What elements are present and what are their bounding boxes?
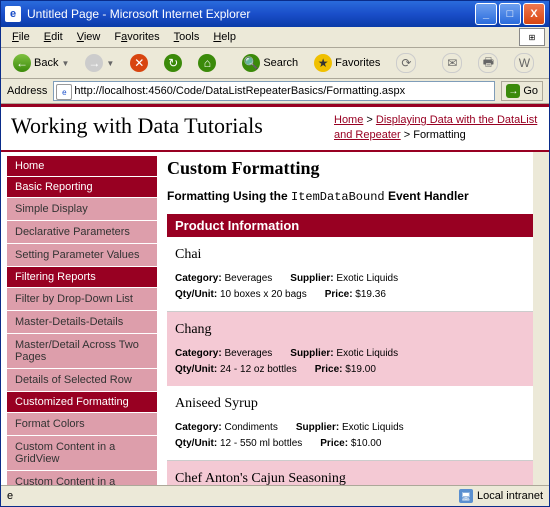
ms-flag-icon: ⊞ xyxy=(519,28,545,46)
product-item: Chef Anton's Cajun SeasoningCategory: Co… xyxy=(167,461,539,485)
forward-button[interactable]: → ▼ xyxy=(79,50,120,76)
maximize-button[interactable]: □ xyxy=(499,3,521,25)
close-button[interactable]: X xyxy=(523,3,545,25)
edit-icon: W xyxy=(514,53,534,73)
forward-icon: → xyxy=(85,54,103,72)
content-subheading: Formatting Using the ItemDataBound Event… xyxy=(167,189,539,204)
refresh-icon: ↻ xyxy=(164,54,182,72)
product-details: Category: BeveragesSupplier: Exotic Liqu… xyxy=(175,271,531,287)
star-icon: ★ xyxy=(314,54,332,72)
breadcrumb-current: Formatting xyxy=(413,129,466,141)
home-button[interactable]: ⌂ xyxy=(192,50,222,76)
chevron-down-icon: ▼ xyxy=(106,59,114,68)
zone-label: Local intranet xyxy=(477,490,543,502)
history-button[interactable]: ⟳ xyxy=(390,49,422,77)
back-icon: ← xyxy=(13,54,31,72)
print-icon: 🖶 xyxy=(478,53,498,73)
product-details: Category: BeveragesSupplier: Exotic Liqu… xyxy=(175,346,531,362)
page-icon: e xyxy=(56,84,72,100)
titlebar: e Untitled Page - Microsoft Internet Exp… xyxy=(1,1,549,27)
product-name: Chef Anton's Cajun Seasoning xyxy=(175,471,531,485)
stop-icon: ✕ xyxy=(130,54,148,72)
product-item: Chai Category: BeveragesSupplier: Exotic … xyxy=(167,237,539,311)
ie-icon: e xyxy=(5,6,21,22)
product-name: Aniseed Syrup xyxy=(175,396,531,412)
nav-item[interactable]: Custom Content in a GridView xyxy=(7,436,157,470)
product-details: Qty/Unit: 24 - 12 oz bottlesPrice: $19.0… xyxy=(175,362,531,378)
product-details: Category: CondimentsSupplier: Exotic Liq… xyxy=(175,420,531,436)
window-title: Untitled Page - Microsoft Internet Explo… xyxy=(27,7,475,21)
nav-item[interactable]: Master-Details-Details xyxy=(7,311,157,333)
menu-help[interactable]: Help xyxy=(206,29,243,45)
history-icon: ⟳ xyxy=(396,53,416,73)
product-name: Chai xyxy=(175,247,531,263)
back-label: Back xyxy=(34,57,58,69)
main-content: Custom Formatting Formatting Using the I… xyxy=(157,152,549,485)
breadcrumb-home[interactable]: Home xyxy=(334,114,363,126)
product-name: Chang xyxy=(175,322,531,338)
sidebar: HomeBasic ReportingSimple DisplayDeclara… xyxy=(1,152,157,485)
section-header: Product Information xyxy=(167,214,539,237)
menu-view[interactable]: View xyxy=(70,29,108,45)
content-pane: Working with Data Tutorials Home > Displ… xyxy=(1,104,549,485)
stop-button[interactable]: ✕ xyxy=(124,50,154,76)
search-label: Search xyxy=(263,57,298,69)
home-icon: ⌂ xyxy=(198,54,216,72)
menubar: File Edit View Favorites Tools Help ⊞ xyxy=(1,27,549,48)
breadcrumb: Home > Displaying Data with the DataList… xyxy=(334,113,539,144)
print-button[interactable]: 🖶 xyxy=(472,49,504,77)
nav-heading[interactable]: Home xyxy=(7,156,157,176)
product-item: Chang Category: BeveragesSupplier: Exotic… xyxy=(167,312,539,386)
menu-favorites[interactable]: Favorites xyxy=(107,29,166,45)
search-button[interactable]: 🔍 Search xyxy=(236,50,304,76)
go-button[interactable]: → Go xyxy=(501,81,543,101)
mail-button[interactable]: ✉ xyxy=(436,49,468,77)
nav-heading[interactable]: Filtering Reports xyxy=(7,267,157,287)
go-arrow-icon: → xyxy=(506,84,520,98)
zone-icon: 🖥 xyxy=(459,489,473,503)
product-details: Qty/Unit: 10 boxes x 20 bagsPrice: $19.3… xyxy=(175,287,531,303)
nav-item[interactable]: Format Colors xyxy=(7,413,157,435)
back-button[interactable]: ← Back ▼ xyxy=(7,50,75,76)
nav-item[interactable]: Filter by Drop-Down List xyxy=(7,288,157,310)
favorites-button[interactable]: ★ Favorites xyxy=(308,50,386,76)
nav-item[interactable]: Custom Content in a DetailsView xyxy=(7,471,157,485)
content-heading: Custom Formatting xyxy=(167,158,539,179)
minimize-button[interactable]: _ xyxy=(475,3,497,25)
address-label: Address xyxy=(7,85,47,97)
nav-item[interactable]: Master/Detail Across Two Pages xyxy=(7,334,157,368)
address-bar: Address e → Go xyxy=(1,79,549,104)
nav-item[interactable]: Setting Parameter Values xyxy=(7,244,157,266)
menu-edit[interactable]: Edit xyxy=(37,29,70,45)
page-icon: e xyxy=(7,490,13,502)
refresh-button[interactable]: ↻ xyxy=(158,50,188,76)
toolbar: ← Back ▼ → ▼ ✕ ↻ ⌂ 🔍 Search ★ Favorites … xyxy=(1,48,549,79)
statusbar: e 🖥 Local intranet xyxy=(1,485,549,506)
product-details: Qty/Unit: 12 - 550 ml bottlesPrice: $10.… xyxy=(175,436,531,452)
go-label: Go xyxy=(523,85,538,97)
nav-item[interactable]: Details of Selected Row xyxy=(7,369,157,391)
chevron-down-icon: ▼ xyxy=(61,59,69,68)
nav-heading[interactable]: Basic Reporting xyxy=(7,177,157,197)
mail-icon: ✉ xyxy=(442,53,462,73)
menu-file[interactable]: File xyxy=(5,29,37,45)
search-icon: 🔍 xyxy=(242,54,260,72)
page-title: Working with Data Tutorials xyxy=(11,113,334,144)
product-item: Aniseed Syrup Category: CondimentsSupplie… xyxy=(167,386,539,460)
favorites-label: Favorites xyxy=(335,57,380,69)
nav-item[interactable]: Simple Display xyxy=(7,198,157,220)
address-input[interactable] xyxy=(53,81,495,101)
menu-tools[interactable]: Tools xyxy=(167,29,207,45)
nav-heading[interactable]: Customized Formatting xyxy=(7,392,157,412)
edit-button[interactable]: W xyxy=(508,49,540,77)
vertical-scrollbar[interactable] xyxy=(533,152,549,485)
nav-item[interactable]: Declarative Parameters xyxy=(7,221,157,243)
